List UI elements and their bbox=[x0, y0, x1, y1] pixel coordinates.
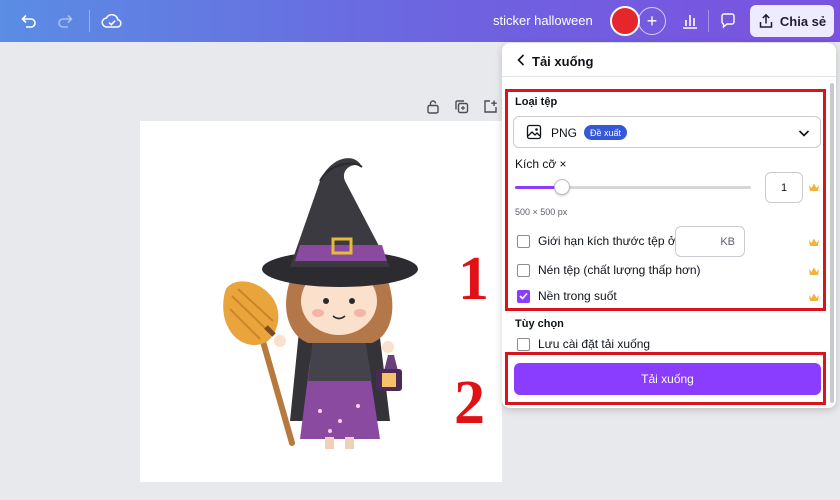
top-bar: sticker halloween + Chia sẻ bbox=[0, 0, 840, 42]
annotation-step-1: 1 bbox=[458, 245, 489, 313]
chevron-left-icon[interactable] bbox=[514, 53, 528, 67]
cloud-check-icon[interactable] bbox=[100, 9, 124, 33]
share-label: Chia sẻ bbox=[779, 13, 827, 29]
crown-icon bbox=[809, 293, 819, 301]
save-settings-option[interactable]: Lưu cài đặt tải xuống bbox=[517, 336, 650, 352]
dimensions-text: 500 × 500 px bbox=[515, 207, 568, 217]
design-canvas[interactable] bbox=[140, 121, 502, 482]
save-settings-checkbox[interactable] bbox=[517, 337, 530, 351]
limit-size-option[interactable]: Giới hạn kích thước tệp ở bbox=[517, 233, 676, 249]
recommended-badge: Đề xuất bbox=[584, 125, 628, 140]
transparent-bg-label: Nền trong suốt bbox=[538, 289, 617, 303]
lock-icon[interactable] bbox=[424, 97, 442, 115]
crown-icon bbox=[809, 238, 819, 246]
undo-icon[interactable] bbox=[16, 9, 40, 33]
add-page-icon[interactable] bbox=[481, 97, 499, 115]
transparent-bg-checkbox[interactable] bbox=[517, 289, 530, 303]
duplicate-icon[interactable] bbox=[452, 97, 470, 115]
comment-icon[interactable] bbox=[716, 9, 740, 33]
checkmark-icon bbox=[519, 292, 528, 300]
size-label: Kích cỡ × bbox=[515, 157, 567, 171]
panel-scrollbar[interactable] bbox=[830, 83, 834, 403]
limit-size-label: Giới hạn kích thước tệp ở bbox=[538, 234, 676, 248]
kb-limit-input[interactable]: KB bbox=[675, 226, 745, 257]
add-collaborator-button[interactable]: + bbox=[638, 7, 666, 35]
file-type-select[interactable]: PNG Đề xuất bbox=[513, 116, 821, 148]
toolbar-divider bbox=[89, 10, 90, 32]
download-button[interactable]: Tải xuống bbox=[514, 363, 821, 395]
size-multiplier-input[interactable]: 1 bbox=[765, 172, 803, 203]
compress-checkbox[interactable] bbox=[517, 263, 530, 277]
chevron-down-icon bbox=[798, 130, 810, 137]
limit-size-checkbox[interactable] bbox=[517, 234, 530, 248]
size-slider[interactable] bbox=[515, 179, 751, 195]
image-icon bbox=[526, 124, 542, 140]
compress-option[interactable]: Nén tệp (chất lượng thấp hơn) bbox=[517, 262, 701, 278]
redo-icon[interactable] bbox=[54, 9, 78, 33]
crown-icon bbox=[809, 267, 819, 275]
insights-chart-icon[interactable] bbox=[678, 9, 702, 33]
options-label: Tùy chọn bbox=[515, 318, 564, 330]
transparent-bg-option[interactable]: Nền trong suốt bbox=[517, 288, 617, 304]
toolbar-divider bbox=[708, 10, 709, 32]
share-button[interactable]: Chia sẻ bbox=[750, 5, 834, 37]
panel-header: Tải xuống bbox=[502, 43, 836, 77]
compress-label: Nén tệp (chất lượng thấp hơn) bbox=[538, 263, 701, 277]
file-type-label: Loại tệp bbox=[515, 96, 558, 108]
share-upload-icon bbox=[759, 13, 773, 28]
file-type-value: PNG bbox=[551, 126, 578, 140]
avatar[interactable] bbox=[610, 6, 640, 36]
save-settings-label: Lưu cài đặt tải xuống bbox=[538, 337, 651, 351]
panel-title: Tải xuống bbox=[532, 54, 594, 69]
crown-icon bbox=[809, 183, 819, 191]
witch-sticker-image[interactable] bbox=[140, 121, 502, 482]
document-title[interactable]: sticker halloween bbox=[493, 13, 593, 28]
annotation-step-2: 2 bbox=[454, 369, 485, 437]
